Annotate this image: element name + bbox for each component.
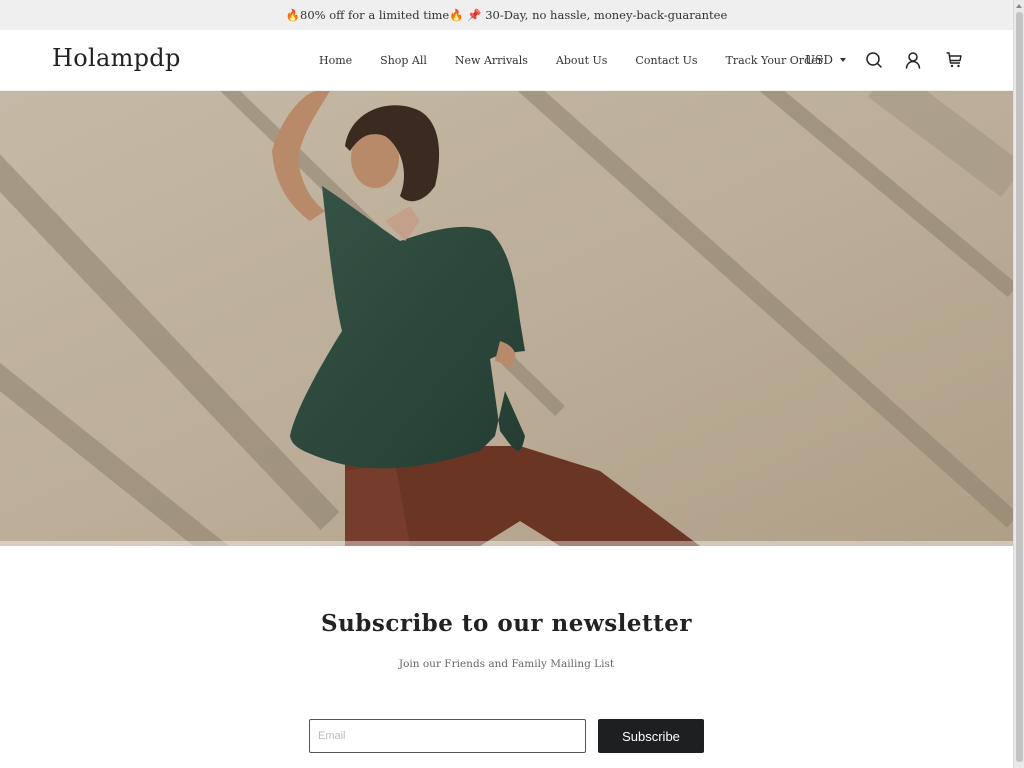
newsletter-subtitle: Join our Friends and Family Mailing List bbox=[398, 658, 615, 670]
caret-down-icon bbox=[839, 58, 846, 62]
newsletter-section: Subscribe to our newsletter Join our Fri… bbox=[0, 546, 1013, 768]
scroll-up-arrow-icon[interactable] bbox=[1016, 4, 1022, 8]
scrollbar-thumb[interactable] bbox=[1016, 12, 1023, 762]
user-icon bbox=[905, 52, 921, 69]
announcement-text: 🔥80% off for a limited time🔥 📌 30-Day, n… bbox=[285, 8, 728, 22]
page: 🔥80% off for a limited time🔥 📌 30-Day, n… bbox=[0, 0, 1013, 768]
site-logo[interactable]: Holampdp bbox=[52, 44, 181, 72]
nav-shop-all[interactable]: Shop All bbox=[380, 54, 427, 67]
newsletter-title: Subscribe to our newsletter bbox=[320, 610, 693, 637]
main-nav: Home Shop All New Arrivals About Us Cont… bbox=[305, 30, 837, 91]
hero-image bbox=[0, 91, 1013, 546]
currency-label: USD bbox=[805, 53, 833, 67]
cart-icon bbox=[946, 52, 962, 68]
account-button[interactable] bbox=[903, 50, 923, 70]
search-icon bbox=[866, 52, 882, 68]
currency-selector[interactable]: USD bbox=[805, 53, 846, 67]
nav-home[interactable]: Home bbox=[319, 54, 352, 67]
search-button[interactable] bbox=[864, 50, 884, 70]
announcement-bar: 🔥80% off for a limited time🔥 📌 30-Day, n… bbox=[0, 0, 1013, 30]
subscribe-button[interactable]: Subscribe bbox=[598, 719, 704, 753]
site-header: Holampdp Home Shop All New Arrivals Abou… bbox=[0, 30, 1013, 91]
vertical-scrollbar[interactable] bbox=[1013, 0, 1024, 768]
cart-button[interactable] bbox=[944, 50, 964, 70]
hero-banner[interactable] bbox=[0, 91, 1013, 546]
nav-contact-us[interactable]: Contact Us bbox=[635, 54, 697, 67]
email-input[interactable] bbox=[309, 719, 586, 753]
nav-about-us[interactable]: About Us bbox=[556, 54, 608, 67]
nav-new-arrivals[interactable]: New Arrivals bbox=[455, 54, 528, 67]
